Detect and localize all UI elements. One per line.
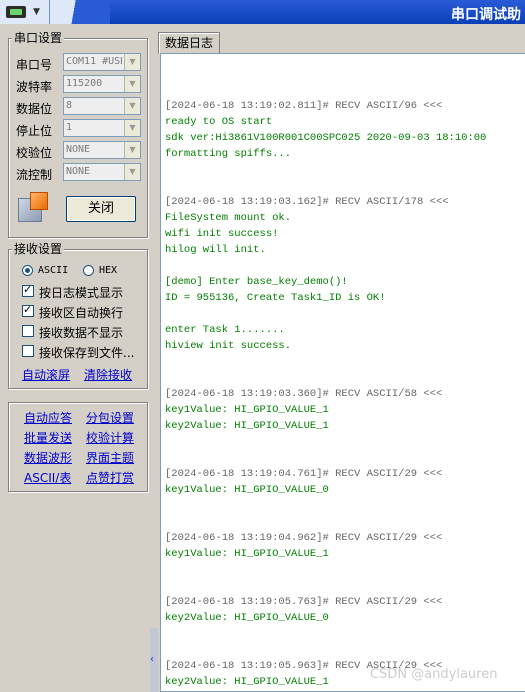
parity-select[interactable]: NONE ▼ <box>63 141 141 159</box>
parity-value: NONE <box>66 144 91 155</box>
checksum-link[interactable]: 校验计算 <box>86 429 134 446</box>
log-header: [2024-06-18 13:19:05.763]# RECV ASCII/29… <box>165 596 443 608</box>
stopbits-label: 停止位 <box>16 124 53 138</box>
chevron-down-icon: ▼ <box>33 7 40 17</box>
packet-settings-link[interactable]: 分包设置 <box>86 409 134 426</box>
log-line: key2Value: HI_GPIO_VALUE_1 <box>165 420 329 432</box>
chevron-left-icon: ‹ <box>150 654 154 665</box>
ascii-radio[interactable] <box>22 265 33 276</box>
save-to-file-checkbox[interactable] <box>22 345 34 357</box>
log-mode-checkbox[interactable]: ✓ <box>22 283 34 297</box>
flow-select[interactable]: NONE ▼ <box>63 163 141 181</box>
port-select[interactable]: COM11 #USB ▼ <box>63 53 141 71</box>
batch-send-link[interactable]: 批量发送 <box>24 429 72 446</box>
log-line: key2Value: HI_GPIO_VALUE_1 <box>165 676 329 688</box>
databits-label: 数据位 <box>16 102 53 116</box>
donate-link[interactable]: 点赞打赏 <box>86 469 134 486</box>
databits-row: 数据位 8 ▼ <box>8 97 153 117</box>
stopbits-row: 停止位 1 ▼ <box>8 119 153 139</box>
ui-theme-link[interactable]: 界面主题 <box>86 449 134 466</box>
window-title: 串口调试助 <box>451 7 521 23</box>
stopbits-select[interactable]: 1 ▼ <box>63 119 141 137</box>
left-panel: 串口设置 串口号 COM11 #USB ▼ 波特率 115200 ▼ 数据位 8… <box>0 24 150 692</box>
title-decoration <box>50 0 110 24</box>
serial-port-status-icon <box>18 192 52 224</box>
auto-scroll-link[interactable]: 自动滚屏 <box>22 366 70 383</box>
port-label: 串口号 <box>16 58 53 72</box>
chevron-down-icon[interactable]: ▼ <box>124 120 140 136</box>
port-row: 串口号 COM11 #USB ▼ <box>8 53 153 73</box>
hide-data-checkbox[interactable] <box>22 325 34 337</box>
log-header: [2024-06-18 13:19:03.162]# RECV ASCII/17… <box>165 196 449 208</box>
baud-label: 波特率 <box>16 80 53 94</box>
receive-settings-title: 接收设置 <box>12 242 65 256</box>
log-header: [2024-06-18 13:19:04.761]# RECV ASCII/29… <box>165 468 443 480</box>
right-panel: 数据日志 [2024-06-18 13:19:02.811]# RECV ASC… <box>158 24 525 692</box>
hide-data-label: 接收数据不显示 <box>39 326 124 340</box>
flow-label: 流控制 <box>16 168 53 182</box>
flow-value: NONE <box>66 166 91 177</box>
hex-radio[interactable] <box>83 265 94 276</box>
title-bar: ▼ 串口调试助 <box>0 0 525 24</box>
auto-reply-link[interactable]: 自动应答 <box>24 409 72 426</box>
close-port-button[interactable]: 关闭 <box>66 196 136 222</box>
log-header: [2024-06-18 13:19:04.962]# RECV ASCII/29… <box>165 532 443 544</box>
app-menu-button[interactable]: ▼ <box>0 0 50 24</box>
serial-settings-title: 串口设置 <box>12 31 65 45</box>
port-value: COM11 #USB <box>66 56 122 67</box>
stopbits-value: 1 <box>66 122 73 133</box>
port-icon-front <box>30 192 48 210</box>
chevron-down-icon[interactable]: ▼ <box>124 76 140 92</box>
log-line: sdk ver:Hi3861V100R001C00SPC025 2020-09-… <box>165 132 487 144</box>
chevron-down-icon[interactable]: ▼ <box>124 98 140 114</box>
tab-data-log[interactable]: 数据日志 <box>158 32 220 54</box>
baud-select[interactable]: 115200 ▼ <box>63 75 141 93</box>
log-line: FileSystem mount ok. <box>165 212 292 224</box>
auto-wrap-checkbox[interactable]: ✓ <box>22 303 34 317</box>
databits-select[interactable]: 8 ▼ <box>63 97 141 115</box>
hex-radio-label: HEX <box>99 265 118 276</box>
log-line: formatting spiffs... <box>165 148 292 160</box>
data-waveform-link[interactable]: 数据波形 <box>24 449 72 466</box>
databits-value: 8 <box>66 100 73 111</box>
log-line: hilog will init. <box>165 244 266 256</box>
log-line: wifi init success! <box>165 228 279 240</box>
log-line: key2Value: HI_GPIO_VALUE_0 <box>165 612 329 624</box>
log-header: [2024-06-18 13:19:03.360]# RECV ASCII/58… <box>165 388 443 400</box>
parity-label: 校验位 <box>16 146 53 160</box>
log-mode-label: 按日志模式显示 <box>39 286 124 300</box>
log-line: key1Value: HI_GPIO_VALUE_1 <box>165 548 329 560</box>
check-icon: ✓ <box>23 283 33 296</box>
baud-value: 115200 <box>66 78 103 89</box>
auto-wrap-label: 接收区自动换行 <box>39 306 124 320</box>
chevron-down-icon[interactable]: ▼ <box>124 54 140 70</box>
clear-receive-link[interactable]: 清除接收 <box>84 366 132 383</box>
log-line: ID = 955136, Create Task1_ID is OK! <box>165 292 386 304</box>
log-header: [2024-06-18 13:19:02.811]# RECV ASCII/96… <box>165 100 443 112</box>
log-line: hiview init success. <box>165 340 292 352</box>
flow-row: 流控制 NONE ▼ <box>8 163 153 183</box>
check-icon: ✓ <box>23 303 33 316</box>
ascii-radio-label: ASCII <box>38 265 69 276</box>
save-to-file-label: 接收保存到文件... <box>39 346 135 360</box>
log-line: ready to OS start <box>165 116 273 128</box>
chevron-down-icon[interactable]: ▼ <box>124 142 140 158</box>
parity-row: 校验位 NONE ▼ <box>8 141 153 161</box>
log-line: enter Task 1....... <box>165 324 285 336</box>
watermark: CSDN @andylauren <box>370 667 498 682</box>
log-line: key1Value: HI_GPIO_VALUE_0 <box>165 484 329 496</box>
log-line: key1Value: HI_GPIO_VALUE_1 <box>165 404 329 416</box>
collapse-panel-handle[interactable]: ‹ <box>150 628 158 692</box>
receive-log-area[interactable]: [2024-06-18 13:19:02.811]# RECV ASCII/96… <box>160 53 525 692</box>
baud-row: 波特率 115200 ▼ <box>8 75 153 95</box>
app-logo-icon <box>6 6 26 18</box>
chevron-down-icon[interactable]: ▼ <box>124 164 140 180</box>
ascii-table-link[interactable]: ASCII/表 <box>24 469 71 486</box>
log-line: [demo] Enter base_key_demo()! <box>165 276 348 288</box>
